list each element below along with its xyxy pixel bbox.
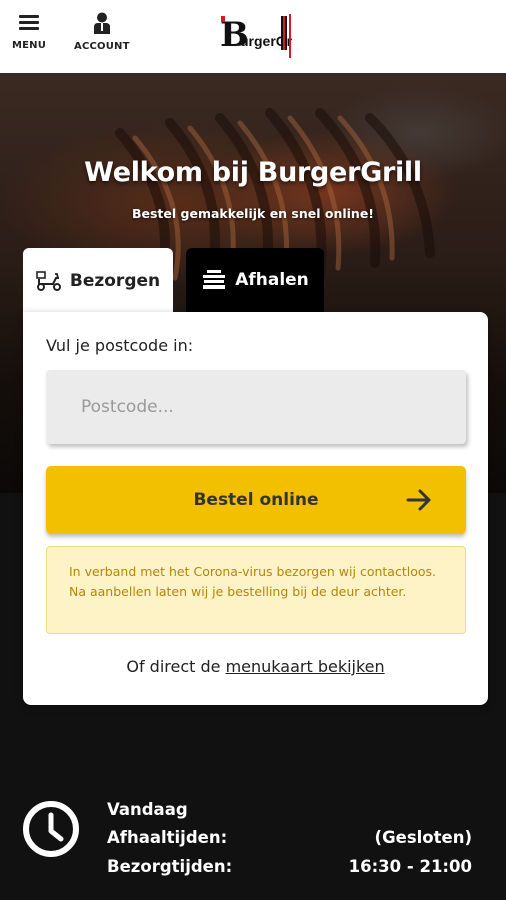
tab-delivery[interactable]: Bezorgen [23, 248, 173, 314]
direct-prefix: Of direct de [126, 657, 221, 676]
user-icon [93, 12, 110, 34]
clock-icon [23, 801, 79, 857]
hamburger-icon [19, 12, 40, 33]
hero-subtitle: Bestel gemakkelijk en snel online! [131, 206, 375, 221]
menu-label: MENU [12, 40, 47, 51]
delivery-hours-label: Bezorgtijden: [107, 856, 233, 876]
hours-day-label: Vandaag [107, 799, 188, 819]
opening-hours: Vandaag Afhaaltijden: (Gesloten) Bezorgt… [0, 790, 506, 900]
menu-button[interactable]: MENU [12, 12, 46, 51]
menu-card-link[interactable]: menukaart bekijken [226, 657, 385, 676]
hours-day: Vandaag [107, 795, 472, 824]
notice-line-1: In verband met het Corona-virus bezorgen… [69, 564, 436, 579]
scooter-icon [36, 271, 61, 291]
hours-row-pickup: Afhaaltijden: (Gesloten) [107, 824, 472, 853]
tab-pickup[interactable]: Afhalen [186, 248, 324, 312]
delivery-hours-value: 16:30 - 21:00 [348, 856, 472, 876]
tab-pickup-label: Afhalen [235, 270, 309, 290]
top-header: MENU ACCOUNT B urgerGri [0, 0, 506, 73]
arrow-right-icon [406, 489, 431, 511]
order-online-button[interactable]: Bestel online [46, 466, 466, 534]
burgergrill-logo[interactable]: B urgerGri [219, 10, 296, 58]
corona-notice: In verband met het Corona-virus bezorgen… [46, 546, 466, 634]
pickup-hours-label: Afhaaltijden: [107, 828, 228, 848]
pickup-hours-value: (Gesloten) [374, 828, 472, 848]
takeaway-bag-icon [203, 270, 226, 289]
direct-menu-text: Of direct de menukaart bekijken [23, 657, 488, 676]
hours-row-delivery: Bezorgtijden: 16:30 - 21:00 [107, 852, 472, 881]
postcode-input[interactable] [46, 370, 466, 444]
account-label: ACCOUNT [74, 41, 130, 52]
postcode-label: Vul je postcode in: [46, 336, 194, 355]
notice-line-2: Na aanbellen laten wij je bestelling bij… [69, 584, 407, 599]
tab-delivery-label: Bezorgen [69, 271, 161, 291]
account-button[interactable]: ACCOUNT [74, 12, 130, 52]
order-card: Vul je postcode in: Bestel online In ver… [23, 312, 488, 705]
hero-title: Welkom bij BurgerGrill [84, 157, 422, 188]
order-online-label: Bestel online [193, 490, 319, 510]
